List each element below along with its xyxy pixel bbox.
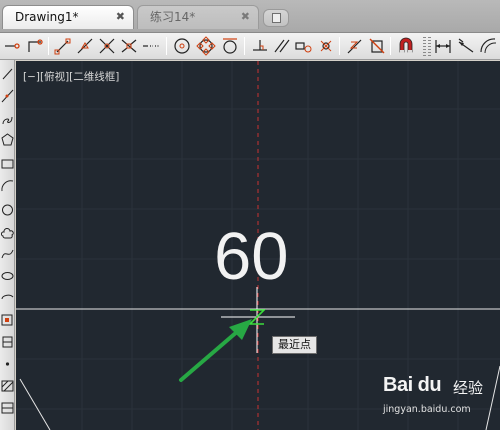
hatch-icon[interactable] bbox=[0, 378, 15, 394]
watermark-url: jingyan.baidu.com bbox=[383, 404, 471, 415]
snap-tooltip: 最近点 bbox=[272, 336, 317, 354]
document-tab-bar: Drawing1* ✖ 练习14* ✖ bbox=[0, 0, 500, 33]
revision-cloud-icon[interactable] bbox=[0, 226, 15, 242]
snap-nearest-icon[interactable] bbox=[345, 36, 365, 56]
autocad-window: Drawing1* ✖ 练习14* ✖ [−][俯视][二维线框] 60 最近点… bbox=[0, 0, 500, 430]
tab-label: Drawing1* bbox=[15, 10, 79, 24]
make-block-icon[interactable] bbox=[0, 334, 15, 350]
new-drawing-icon bbox=[272, 13, 281, 23]
snap-intersection-icon[interactable] bbox=[97, 36, 117, 56]
dimension-text: 60 bbox=[214, 219, 289, 294]
snap-extension-icon[interactable] bbox=[141, 36, 161, 56]
toolbar-grip[interactable] bbox=[428, 37, 431, 56]
toolbar-separator bbox=[48, 37, 49, 55]
snap-quadrant-icon[interactable] bbox=[196, 36, 216, 56]
snap-center-icon[interactable] bbox=[172, 36, 192, 56]
toolbar-grip[interactable] bbox=[423, 37, 426, 56]
ellipse-arc-icon[interactable] bbox=[0, 290, 15, 306]
draw-toolbar bbox=[0, 60, 15, 430]
aligned-dimension-icon[interactable] bbox=[456, 36, 476, 56]
tab-label: 练习14* bbox=[150, 10, 196, 24]
snap-insert-icon[interactable] bbox=[294, 36, 314, 56]
circle-icon[interactable] bbox=[0, 202, 15, 218]
snap-apparent-intersection-icon[interactable] bbox=[119, 36, 139, 56]
construction-line-icon[interactable] bbox=[0, 88, 15, 104]
toolbar-separator bbox=[390, 37, 391, 55]
snap-endpoint-icon[interactable] bbox=[53, 36, 73, 56]
linear-dimension-icon[interactable] bbox=[433, 36, 453, 56]
snap-tangent-icon[interactable] bbox=[220, 36, 240, 56]
baidu-logo-text: Bai du bbox=[383, 374, 442, 396]
gradient-icon[interactable] bbox=[0, 400, 15, 416]
toolbar-separator bbox=[339, 37, 340, 55]
arc-icon[interactable] bbox=[0, 178, 15, 194]
green-pointer-arrow bbox=[179, 319, 252, 382]
line-icon[interactable] bbox=[0, 66, 15, 82]
polygon-icon[interactable] bbox=[0, 132, 15, 148]
snap-none-icon[interactable] bbox=[367, 36, 387, 56]
snap-node-icon[interactable] bbox=[316, 36, 336, 56]
jingyan-label: 经验 bbox=[453, 379, 484, 397]
drawing-canvas[interactable]: [−][俯视][二维线框] 60 最近点 Bai du 经验 jingyan.b… bbox=[16, 61, 500, 430]
ellipse-icon[interactable] bbox=[0, 268, 15, 284]
tab-exercise14[interactable]: 练习14* ✖ bbox=[137, 5, 259, 29]
close-icon[interactable]: ✖ bbox=[241, 6, 250, 28]
snap-midpoint-icon[interactable] bbox=[75, 36, 95, 56]
point-icon[interactable] bbox=[0, 356, 15, 372]
baidu-jingyan-watermark: Bai du 经验 jingyan.baidu.com bbox=[383, 372, 495, 427]
tab-drawing1[interactable]: Drawing1* ✖ bbox=[2, 5, 134, 29]
viewport-controls-label[interactable]: [−][俯视][二维线框] bbox=[23, 69, 119, 84]
arc-length-dimension-icon[interactable] bbox=[478, 36, 498, 56]
snap-settings-magnet-icon[interactable] bbox=[396, 36, 416, 56]
new-tab-button[interactable] bbox=[263, 9, 289, 27]
close-icon[interactable]: ✖ bbox=[116, 6, 125, 28]
toolbar-separator bbox=[244, 37, 245, 55]
toolbar-separator bbox=[166, 37, 167, 55]
snap-perpendicular-icon[interactable] bbox=[250, 36, 270, 56]
snap-from-icon[interactable] bbox=[25, 36, 45, 56]
temporary-track-point-icon[interactable] bbox=[3, 36, 23, 56]
polyline-icon[interactable] bbox=[0, 112, 15, 128]
object-snap-toolbar bbox=[0, 33, 500, 60]
rectangle-icon[interactable] bbox=[0, 156, 15, 172]
spline-icon[interactable] bbox=[0, 246, 15, 262]
snap-parallel-icon[interactable] bbox=[272, 36, 292, 56]
insert-block-icon[interactable] bbox=[0, 312, 15, 328]
